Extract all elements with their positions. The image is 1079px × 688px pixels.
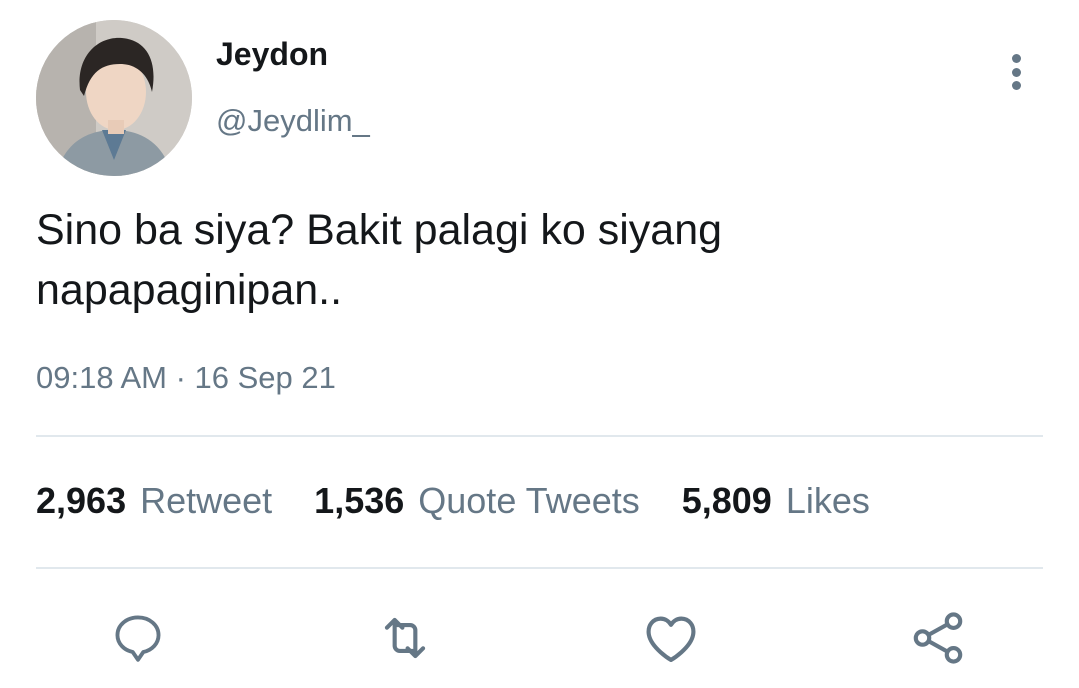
tweet-stats: 2,963 Retweet 1,536 Quote Tweets 5,809 L…	[36, 480, 912, 522]
more-vertical-icon-dot	[1011, 67, 1021, 77]
more-vertical-icon-dot	[1011, 81, 1021, 90]
like-button[interactable]	[639, 606, 703, 670]
more-vertical-icon	[1011, 54, 1021, 63]
likes-count[interactable]: 5,809 Likes	[682, 480, 912, 522]
stat-label: Quote Tweets	[418, 480, 640, 521]
stat-count: 5,809	[681, 480, 772, 521]
reply-icon	[115, 615, 161, 662]
display-name[interactable]: Jeydon	[216, 36, 328, 73]
retweet-button[interactable]	[373, 606, 437, 670]
heart-icon	[646, 616, 696, 663]
tweet-timestamp[interactable]: 09:18 AM · 16 Sep 21	[36, 360, 336, 396]
avatar[interactable]	[36, 20, 192, 176]
stat-count: 2,963	[36, 480, 127, 521]
user-handle[interactable]: @Jeydlim_	[216, 103, 370, 139]
tweet-text: Sino ba siya? Bakit palagi ko siyang nap…	[36, 206, 723, 314]
divider	[36, 435, 1043, 437]
retweet-icon	[384, 617, 426, 659]
divider	[36, 567, 1043, 569]
stat-label: Likes	[785, 480, 870, 521]
share-button[interactable]	[906, 606, 970, 670]
stat-count: 1,536	[314, 480, 405, 521]
stat-label: Retweet	[140, 480, 273, 521]
avatar-photo	[36, 20, 192, 176]
share-icon	[913, 612, 963, 664]
more-options-button[interactable]	[1000, 48, 1032, 96]
retweet-count[interactable]: 2,963 Retweet	[36, 480, 314, 522]
quote-tweets-count[interactable]: 1,536 Quote Tweets	[314, 480, 682, 522]
reply-button[interactable]	[106, 606, 170, 670]
